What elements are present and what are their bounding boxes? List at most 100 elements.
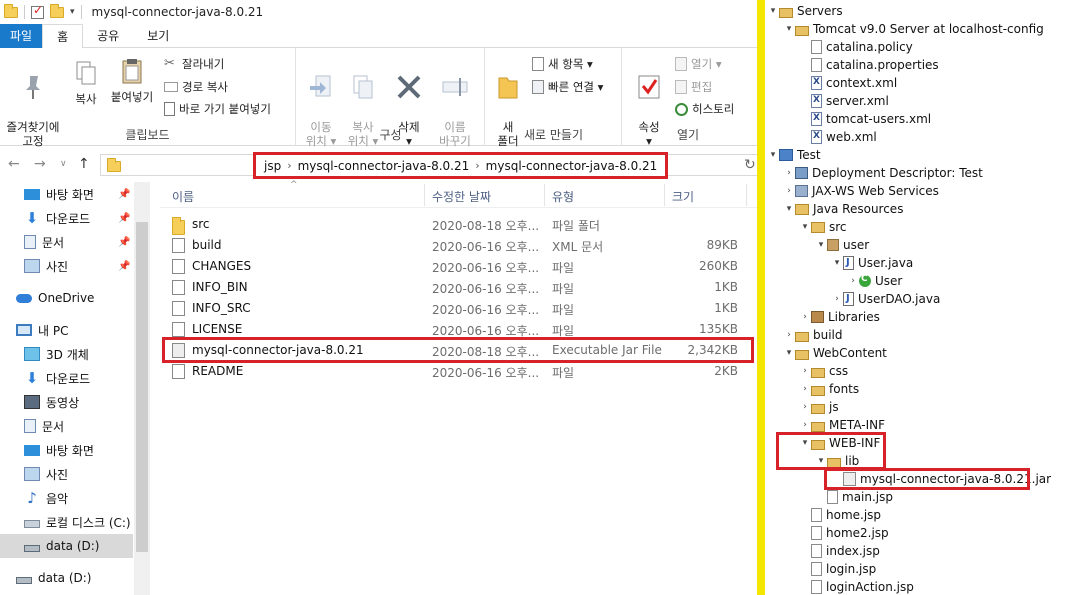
back-arrow-icon[interactable]: ← (8, 156, 20, 172)
column-separator[interactable] (746, 184, 747, 206)
nav-item-3d-objects[interactable]: 3D 개체 (0, 342, 133, 366)
file-row-mysql-connector-jar[interactable]: mysql-connector-java-8.0.21 2020-08-18 오… (160, 340, 757, 361)
cut-button[interactable]: ✂ 잘라내기 (164, 56, 224, 72)
refresh-icon[interactable]: ↻ (744, 157, 756, 173)
tree-node[interactable]: ▾ user (815, 236, 869, 254)
column-separator[interactable] (664, 184, 665, 206)
expand-down-icon[interactable]: ▾ (815, 240, 827, 250)
file-row-changes[interactable]: CHANGES 2020-06-16 오후... 파일 260KB (160, 256, 757, 277)
nav-item-downloads[interactable]: ⬇ 다운로드 📌 (0, 206, 133, 230)
tab-file[interactable]: 파일 (0, 24, 43, 48)
column-header-size[interactable]: 크기 (672, 188, 694, 205)
expand-down-icon[interactable]: ▾ (783, 24, 795, 34)
tree-node[interactable]: › META-INF (799, 416, 885, 434)
breadcrumb-item-connector-inner[interactable]: mysql-connector-java-8.0.21 (486, 159, 658, 173)
tree-node[interactable]: ▾ src (799, 218, 847, 236)
breadcrumb-item-jsp[interactable]: jsp (264, 159, 281, 173)
tree-node[interactable]: home2.jsp (799, 524, 889, 542)
expand-down-icon[interactable]: ▾ (815, 456, 827, 466)
tree-node[interactable]: › Deployment Descriptor: Test (783, 164, 983, 182)
collapse-right-icon[interactable]: › (799, 420, 811, 430)
forward-arrow-icon[interactable]: → (34, 156, 46, 172)
nav-item-local-disk-c[interactable]: 로컬 디스크 (C:) (0, 510, 133, 534)
tree-node[interactable]: › Libraries (799, 308, 880, 326)
tree-node[interactable]: › fonts (799, 380, 859, 398)
collapse-right-icon[interactable]: › (799, 402, 811, 412)
tree-node[interactable]: catalina.policy (799, 38, 913, 56)
tree-node[interactable]: › User (847, 272, 902, 290)
nav-item-data-d-network[interactable]: data (D:) (0, 566, 133, 590)
open-button[interactable]: 열기 ▾ (675, 56, 722, 72)
paste-shortcut-button[interactable]: 바로 가기 붙여넣기 (164, 101, 271, 117)
up-arrow-icon[interactable]: ↑ (78, 156, 90, 172)
paste-button[interactable]: 붙여넣기 (106, 56, 158, 104)
collapse-right-icon[interactable]: › (799, 312, 811, 322)
breadcrumb-chevron-icon[interactable]: › (287, 159, 291, 172)
expand-down-icon[interactable]: ▾ (799, 222, 811, 232)
tree-node[interactable]: › JAX-WS Web Services (783, 182, 939, 200)
tab-view[interactable]: 보기 (133, 24, 183, 48)
tree-node[interactable]: › css (799, 362, 848, 380)
tree-node[interactable]: tomcat-users.xml (799, 110, 931, 128)
folder-icon[interactable] (4, 3, 18, 18)
nav-item-documents[interactable]: 문서 📌 (0, 230, 133, 254)
nav-item-data-d[interactable]: data (D:) (0, 534, 133, 558)
column-separator[interactable] (544, 184, 545, 206)
expand-down-icon[interactable]: ▾ (767, 150, 779, 160)
column-header-type[interactable]: 유형 (552, 188, 574, 205)
tree-node[interactable]: ▾ WebContent (783, 344, 887, 362)
expand-down-icon[interactable]: ▾ (783, 348, 795, 358)
tree-node[interactable]: ▾ Java Resources (783, 200, 904, 218)
tree-node[interactable]: context.xml (799, 74, 897, 92)
column-separator[interactable] (424, 184, 425, 206)
file-row-build[interactable]: build 2020-06-16 오후... XML 문서 89KB (160, 235, 757, 256)
nav-item-desktop-pc[interactable]: 바탕 화면 (0, 438, 133, 462)
pin-icon[interactable]: 📌 (118, 213, 130, 224)
tree-node[interactable]: catalina.properties (799, 56, 939, 74)
nav-item-downloads-pc[interactable]: ⬇ 다운로드 (0, 366, 133, 390)
expand-down-icon[interactable]: ▾ (783, 204, 795, 214)
breadcrumb-item-connector[interactable]: mysql-connector-java-8.0.21 (298, 159, 470, 173)
breadcrumb-chevron-icon[interactable]: › (475, 159, 479, 172)
collapse-right-icon[interactable]: › (783, 186, 795, 196)
nav-item-onedrive[interactable]: OneDrive (0, 286, 133, 310)
recent-locations-chevron-icon[interactable]: ∨ (60, 159, 67, 169)
tree-node[interactable]: ▾ lib (815, 452, 860, 470)
new-folder-icon[interactable] (50, 3, 64, 18)
nav-scrollbar-thumb[interactable] (136, 222, 148, 552)
nav-item-desktop[interactable]: 바탕 화면 📌 (0, 182, 133, 206)
tree-node[interactable]: ▾ Tomcat v9.0 Server at localhost-config (783, 20, 1044, 38)
tree-node[interactable]: web.xml (799, 128, 877, 146)
expand-down-icon[interactable]: ▾ (767, 6, 779, 16)
nav-item-pictures[interactable]: 사진 📌 (0, 254, 133, 278)
expand-down-icon[interactable]: ▾ (799, 438, 811, 448)
collapse-right-icon[interactable]: › (831, 294, 843, 304)
tree-node[interactable]: main.jsp (815, 488, 893, 506)
tab-share[interactable]: 공유 (83, 24, 133, 48)
file-row-info-bin[interactable]: INFO_BIN 2020-06-16 오후... 파일 1KB (160, 277, 757, 298)
pin-icon[interactable]: 📌 (118, 261, 130, 272)
tree-node[interactable]: ▾ Servers (767, 2, 843, 20)
file-row-readme[interactable]: README 2020-06-16 오후... 파일 2KB (160, 361, 757, 382)
nav-item-documents-pc[interactable]: 문서 (0, 414, 133, 438)
nav-item-music[interactable]: ♪ 음악 (0, 486, 133, 510)
expand-down-icon[interactable]: ▾ (831, 258, 843, 268)
pin-icon[interactable]: 📌 (118, 237, 130, 248)
column-header-name[interactable]: 이름 (172, 188, 194, 205)
tab-home[interactable]: 홈 (42, 24, 84, 49)
tree-node[interactable]: › js (799, 398, 838, 416)
tree-node[interactable]: login.jsp (799, 560, 876, 578)
file-row-info-src[interactable]: INFO_SRC 2020-06-16 오후... 파일 1KB (160, 298, 757, 319)
easy-access-button[interactable]: 빠른 연결 ▾ (532, 79, 603, 95)
tree-node[interactable]: mysql-connector-java-8.0.21.jar (831, 470, 1051, 488)
tree-node[interactable]: server.xml (799, 92, 889, 110)
copy-button[interactable]: 복사 (66, 58, 106, 106)
nav-item-videos[interactable]: 동영상 (0, 390, 133, 414)
collapse-right-icon[interactable]: › (847, 276, 859, 286)
tree-node[interactable]: loginAction.jsp (799, 578, 914, 595)
tree-node[interactable]: › UserDAO.java (831, 290, 940, 308)
column-header-date[interactable]: 수정한 날짜 (432, 188, 491, 205)
tree-node[interactable]: home.jsp (799, 506, 881, 524)
tree-node[interactable]: ▾ User.java (831, 254, 913, 272)
nav-item-this-pc[interactable]: 내 PC (0, 318, 133, 342)
